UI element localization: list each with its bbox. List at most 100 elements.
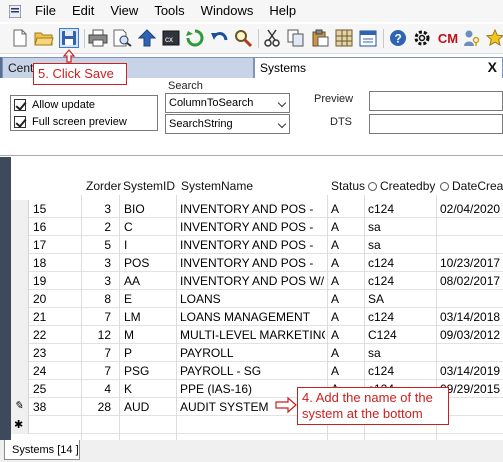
cell-name[interactable]: INVENTORY AND POS - bbox=[180, 238, 325, 252]
column-to-search-dropdown[interactable]: ColumnToSearch bbox=[165, 93, 290, 113]
cell-zorder[interactable]: 28 bbox=[81, 400, 111, 414]
table-row[interactable]: 21 7 LM LOANS MANAGEMENT Ac124 03/14/2018 bbox=[29, 308, 503, 326]
refresh-icon[interactable] bbox=[185, 28, 205, 48]
cell-zorder[interactable]: 2 bbox=[81, 220, 111, 234]
full-screen-preview-checkbox-row[interactable]: Full screen preview bbox=[11, 114, 157, 130]
cell-name[interactable]: MULTI-LEVEL MARKETING bbox=[180, 328, 325, 342]
cell-createdby[interactable]: sa bbox=[368, 346, 381, 360]
cell-createdby[interactable]: c124 bbox=[368, 310, 394, 324]
calendar-icon[interactable] bbox=[358, 28, 378, 48]
cell-systemid[interactable]: K bbox=[124, 382, 132, 396]
cell-id[interactable]: 22 bbox=[33, 328, 46, 342]
table-row[interactable]: 22 12 M MULTI-LEVEL MARKETING A C124 09/03/201… bbox=[29, 326, 503, 344]
search-zoom-icon[interactable] bbox=[233, 28, 253, 48]
new-row-selector[interactable]: ✱ bbox=[11, 416, 29, 434]
table-row[interactable]: 19 3 AA INVENTORY AND POS W/Ac124 08/02/2017 bbox=[29, 272, 503, 290]
dts-field[interactable] bbox=[369, 114, 503, 134]
save-icon[interactable] bbox=[59, 28, 79, 48]
cell-status[interactable]: A bbox=[331, 202, 339, 216]
cell-systemid[interactable]: BIO bbox=[124, 202, 145, 216]
row-selector[interactable] bbox=[11, 254, 29, 272]
cell-createdby[interactable]: c124 bbox=[368, 364, 394, 378]
cell-id[interactable]: 38 bbox=[33, 400, 46, 414]
cell-id[interactable]: 18 bbox=[33, 256, 46, 270]
cell-createdby[interactable]: c124 bbox=[368, 274, 394, 288]
cell-date[interactable]: 09/29/2015 bbox=[440, 382, 500, 396]
cell-systemid[interactable]: C bbox=[124, 220, 133, 234]
cell-zorder[interactable]: 12 bbox=[81, 328, 111, 342]
table-row[interactable]: 20 8 E LOANS A SA bbox=[29, 290, 503, 308]
cell-id[interactable]: 15 bbox=[33, 202, 46, 216]
row-selector[interactable] bbox=[11, 272, 29, 290]
cell-id[interactable]: 23 bbox=[33, 346, 46, 360]
cell-zorder[interactable]: 7 bbox=[81, 364, 111, 378]
cell-id[interactable]: 20 bbox=[33, 292, 46, 306]
cell-name[interactable]: PAYROLL - SG bbox=[180, 364, 325, 378]
cell-name[interactable]: INVENTORY AND POS - bbox=[180, 220, 325, 234]
cell-zorder[interactable]: 5 bbox=[81, 238, 111, 252]
cell-name[interactable]: LOANS MANAGEMENT bbox=[180, 310, 325, 324]
cell-zorder[interactable]: 7 bbox=[81, 346, 111, 360]
row-selector[interactable] bbox=[11, 290, 29, 308]
table-row[interactable]: 24 7 PSG PAYROLL - SG Ac124 03/14/2019 bbox=[29, 362, 503, 380]
row-selector[interactable]: ✎ bbox=[11, 398, 29, 416]
preview-field[interactable] bbox=[369, 91, 503, 111]
allow-update-checkbox-row[interactable]: Allow update bbox=[11, 97, 157, 113]
cell-status[interactable]: A bbox=[331, 220, 339, 234]
cell-date[interactable]: 03/14/2018 bbox=[440, 310, 500, 324]
cell-status[interactable]: A bbox=[331, 346, 339, 360]
cell-systemid[interactable]: AA bbox=[124, 274, 140, 288]
print-preview-icon[interactable] bbox=[112, 28, 132, 48]
cell-systemid[interactable]: POS bbox=[124, 256, 149, 270]
cell-date[interactable]: 08/02/2017 bbox=[440, 274, 500, 288]
cell-zorder[interactable]: 4 bbox=[81, 382, 111, 396]
cell-createdby[interactable]: SA bbox=[368, 292, 384, 306]
tab-systems[interactable]: Systems X bbox=[254, 57, 503, 78]
cell-status[interactable]: A bbox=[331, 328, 339, 342]
row-selector[interactable] bbox=[11, 218, 29, 236]
paste-icon[interactable] bbox=[310, 28, 330, 48]
cell-status[interactable]: A bbox=[331, 256, 339, 270]
cell-id[interactable]: 25 bbox=[33, 382, 46, 396]
cell-name[interactable]: INVENTORY AND POS - bbox=[180, 202, 325, 216]
cell-date[interactable]: 03/14/2019 bbox=[440, 364, 500, 378]
table-row[interactable]: 16 2 C INVENTORY AND POS - Asa bbox=[29, 218, 503, 236]
cell-id[interactable]: 21 bbox=[33, 310, 46, 324]
cell-zorder[interactable]: 3 bbox=[81, 202, 111, 216]
menu-tools[interactable]: Tools bbox=[146, 0, 192, 22]
cell-createdby[interactable]: C124 bbox=[368, 328, 397, 342]
cell-systemid[interactable]: AUD bbox=[124, 400, 149, 414]
row-selector[interactable] bbox=[11, 308, 29, 326]
bottom-tab-systems[interactable]: Systems [14 ] bbox=[4, 440, 80, 460]
print-icon[interactable] bbox=[88, 28, 108, 48]
search-string-input[interactable]: SearchString bbox=[165, 114, 290, 134]
column-header-systemname[interactable]: SystemName bbox=[181, 179, 253, 193]
cell-systemid[interactable]: E bbox=[124, 292, 132, 306]
allow-update-checkbox[interactable] bbox=[14, 99, 26, 111]
table-row[interactable]: 18 3 POS INVENTORY AND POS - Ac124 10/23/2017 bbox=[29, 254, 503, 272]
cell-date[interactable]: 09/03/2012 bbox=[440, 328, 500, 342]
cell-name[interactable]: INVENTORY AND POS - bbox=[180, 256, 325, 270]
settings-gear-icon[interactable] bbox=[412, 28, 432, 48]
column-header-datecreated[interactable]: DateCreate bbox=[440, 179, 503, 193]
row-selector[interactable] bbox=[11, 344, 29, 362]
cut-icon[interactable] bbox=[262, 28, 282, 48]
star-icon[interactable] bbox=[485, 28, 503, 48]
menu-file[interactable]: File bbox=[27, 0, 64, 22]
full-screen-preview-checkbox[interactable] bbox=[14, 116, 26, 128]
cell-zorder[interactable]: 8 bbox=[81, 292, 111, 306]
cell-status[interactable]: A bbox=[331, 310, 339, 324]
cell-id[interactable]: 16 bbox=[33, 220, 46, 234]
column-header-createdby[interactable]: Createdby bbox=[368, 179, 435, 193]
cell-systemid[interactable]: PSG bbox=[124, 364, 149, 378]
cell-status[interactable]: A bbox=[331, 364, 339, 378]
table-row[interactable]: 23 7 P PAYROLL Asa bbox=[29, 344, 503, 362]
menu-edit[interactable]: Edit bbox=[64, 0, 102, 22]
cell-id[interactable]: 19 bbox=[33, 274, 46, 288]
open-folder-icon[interactable] bbox=[34, 28, 54, 48]
cell-name[interactable]: LOANS bbox=[180, 292, 325, 306]
cell-name[interactable]: PAYROLL bbox=[180, 346, 325, 360]
cm-icon[interactable]: CM bbox=[436, 28, 460, 48]
menu-help[interactable]: Help bbox=[261, 0, 304, 22]
row-selector[interactable] bbox=[11, 362, 29, 380]
